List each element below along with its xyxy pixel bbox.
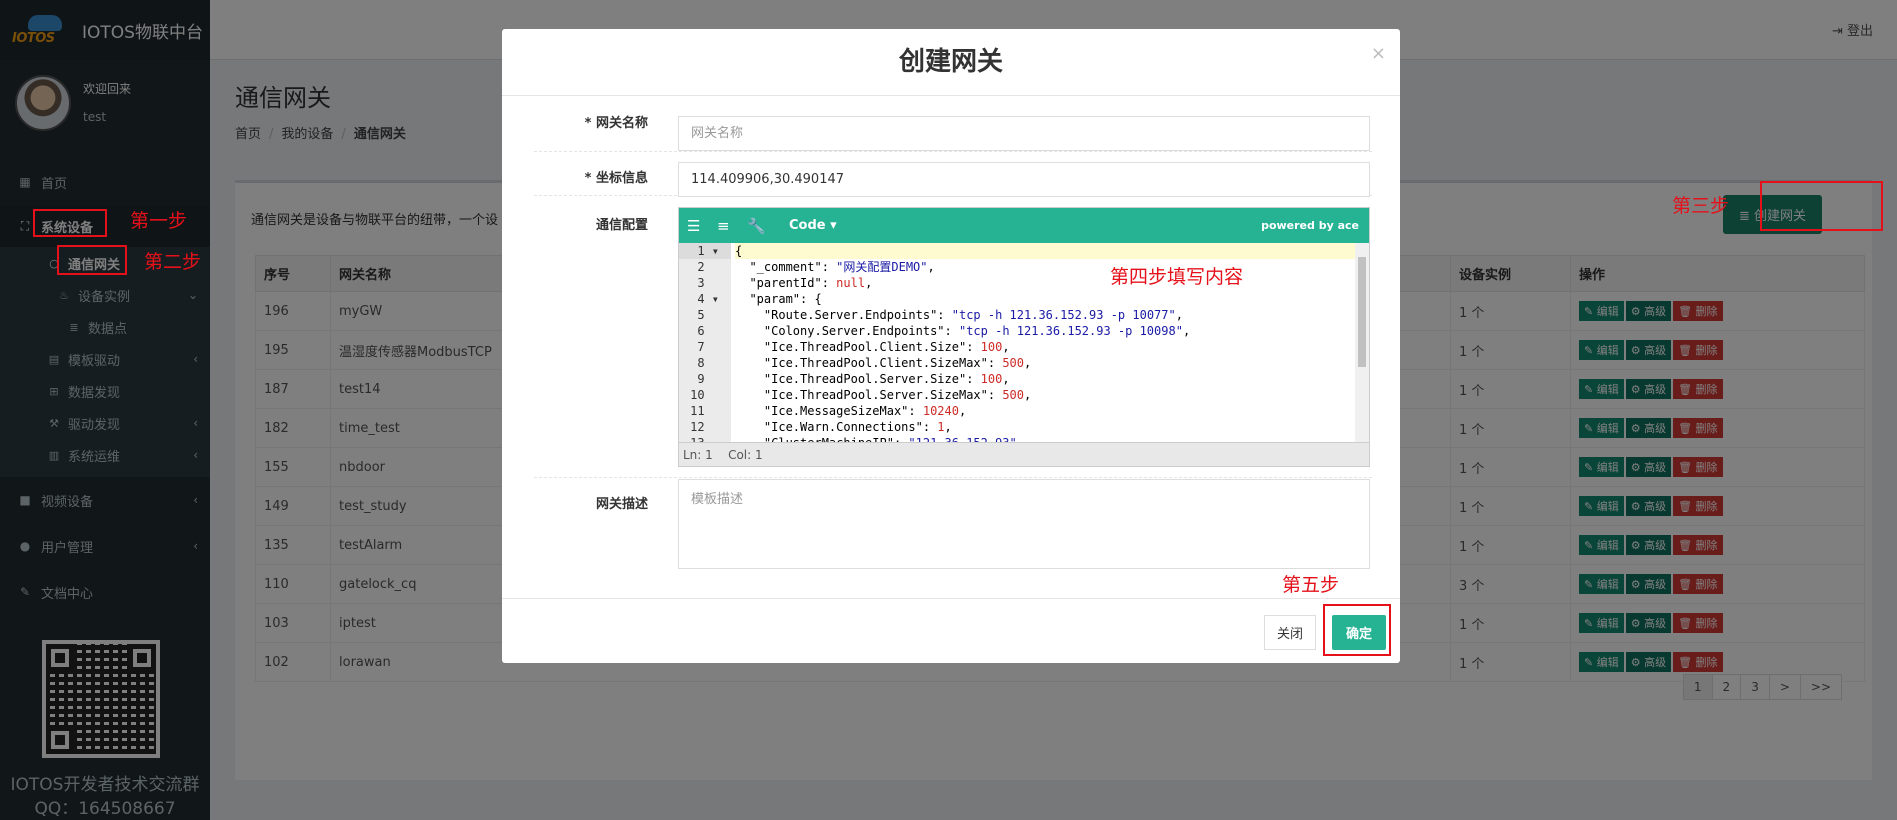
powered-by: powered by ace <box>1261 219 1359 232</box>
create-gateway-modal: 创建网关 × * 网关名称 网关名称 * 坐标信息 114.409906,30.… <box>502 29 1400 663</box>
editor-body[interactable]: 1 ▾ 2 3 4 ▾ 5 6 7 8 9 10 11 12 13 { "_comm… <box>679 243 1369 443</box>
line-number: 11 <box>690 404 719 418</box>
annotation-box-step3 <box>1760 181 1883 231</box>
code-line: { <box>735 243 1369 259</box>
close-button[interactable]: 关闭 <box>1263 615 1316 650</box>
line-number: 9 <box>697 372 719 386</box>
mode-dropdown[interactable]: Code ▾ <box>789 218 837 233</box>
mode-label: Code <box>789 218 826 233</box>
gateway-name-input[interactable]: 网关名称 <box>678 116 1370 151</box>
annotation-step2: 第二步 <box>144 251 202 273</box>
compact-icon[interactable]: ≡ <box>717 217 747 235</box>
modal-footer: 关闭 确定 <box>502 598 1400 663</box>
code-line: "Route.Server.Endpoints": "tcp -h 121.36… <box>735 308 1183 322</box>
description-label: 网关描述 <box>595 497 648 512</box>
coordinates-input[interactable]: 114.409906,30.490147 <box>678 162 1370 197</box>
code-area[interactable]: { "_comment": "网关配置DEMO", "parentId": nu… <box>731 243 1369 443</box>
line-number: 7 <box>697 340 719 354</box>
status-col: Col: 1 <box>728 448 763 462</box>
modal-header: 创建网关 × <box>502 29 1400 96</box>
line-number: 6 <box>697 324 719 338</box>
code-line: "_comment": "网关配置DEMO", <box>735 260 935 274</box>
annotation-box-step1 <box>33 209 107 237</box>
line-number: 12 <box>690 420 719 434</box>
code-line: "parentId": null, <box>735 276 873 290</box>
line-number: 4 ▾ <box>697 292 719 306</box>
config-label: 通信配置 <box>595 218 648 233</box>
gateway-name-label: * 网关名称 <box>584 116 648 131</box>
annotation-step4: 第四步填写内容 <box>1110 266 1244 288</box>
annotation-box-step5 <box>1323 604 1391 656</box>
json-editor[interactable]: ☰ ≡ 🔧 Code ▾ powered by ace 1 ▾ 2 3 4 ▾ 5 … <box>678 207 1370 467</box>
editor-scrollbar[interactable] <box>1355 243 1369 443</box>
description-textarea[interactable]: 模板描述 <box>678 479 1370 569</box>
line-number: 10 <box>690 388 719 402</box>
editor-toolbar: ☰ ≡ 🔧 Code ▾ powered by ace <box>679 208 1369 243</box>
line-number: 3 <box>697 276 719 290</box>
line-number: 1 ▾ <box>679 243 731 259</box>
editor-status: Ln: 1 Col: 1 <box>679 442 1369 466</box>
line-number: 5 <box>697 308 719 322</box>
line-gutter: 1 ▾ 2 3 4 ▾ 5 6 7 8 9 10 11 12 13 <box>679 243 731 443</box>
annotation-step1: 第一步 <box>130 210 188 232</box>
code-line: "Ice.ThreadPool.Server.SizeMax": 500, <box>735 388 1032 402</box>
code-line: "Ice.MessageSizeMax": 10240, <box>735 404 967 418</box>
code-line: "Ice.Warn.Connections": 1, <box>735 420 952 434</box>
scrollbar-thumb[interactable] <box>1358 257 1366 367</box>
line-number: 8 <box>697 356 719 370</box>
code-line: "Ice.ThreadPool.Client.Size": 100, <box>735 340 1010 354</box>
coordinates-label: * 坐标信息 <box>584 171 648 186</box>
annotation-step3: 第三步 <box>1672 195 1730 217</box>
modal-title: 创建网关 <box>898 47 1003 77</box>
line-number: 2 <box>697 260 719 274</box>
wrench-icon[interactable]: 🔧 <box>747 217 777 235</box>
format-icon[interactable]: ☰ <box>687 217 717 235</box>
annotation-step5: 第五步 <box>1282 574 1340 596</box>
code-line: "Colony.Server.Endpoints": "tcp -h 121.3… <box>735 324 1191 338</box>
annotation-box-step2 <box>57 245 127 275</box>
code-line: "param": { <box>735 292 822 306</box>
close-icon[interactable]: × <box>1371 43 1386 64</box>
code-line: "Ice.ThreadPool.Server.Size": 100, <box>735 372 1010 386</box>
code-line: "Ice.ThreadPool.Client.SizeMax": 500, <box>735 356 1032 370</box>
status-line: Ln: 1 <box>683 448 713 462</box>
